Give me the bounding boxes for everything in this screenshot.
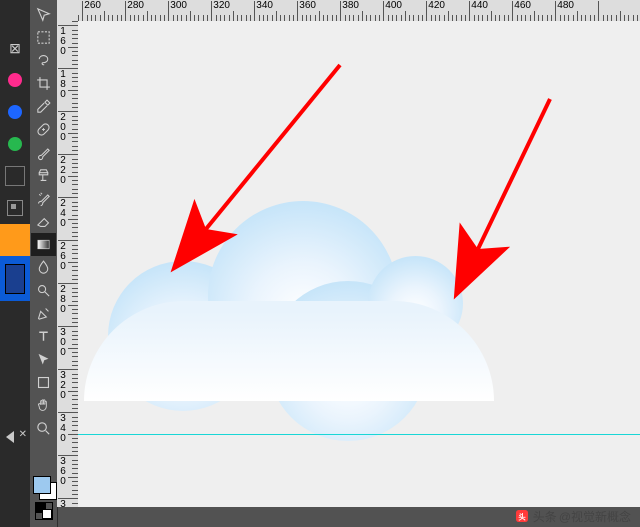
os-item-ctx-app[interactable] <box>0 192 30 224</box>
ruler-v-label: 300 <box>58 328 68 358</box>
crop-tool-icon[interactable] <box>31 72 56 95</box>
brush-tool-icon[interactable] <box>31 141 56 164</box>
article-watermark: 头 头条 @视觉新概念 <box>514 507 631 525</box>
os-item-box-app[interactable] <box>0 160 30 192</box>
ruler-v-label: 380 <box>58 500 68 507</box>
foreground-swatch[interactable] <box>33 476 51 494</box>
svg-text:头: 头 <box>518 512 526 521</box>
annotation-arrow <box>206 65 340 229</box>
ruler-h-label: 260 <box>84 0 101 11</box>
ruler-v-label: 200 <box>58 113 68 143</box>
gradient-tool-icon[interactable] <box>31 233 56 256</box>
os-item-editor-active[interactable] <box>0 256 30 301</box>
ruler-v-label: 360 <box>58 457 68 487</box>
eraser-tool-icon[interactable] <box>31 210 56 233</box>
os-launcher-strip: ⊠ <box>0 0 30 527</box>
os-item-pink-app[interactable] <box>0 64 30 96</box>
ruler-horizontal[interactable]: 260 280 300 320 340 360 380 400 420 440 460 480 <box>78 0 640 22</box>
canvas-viewport[interactable] <box>78 21 640 507</box>
watermark-brand: 头条 <box>533 508 557 525</box>
lasso-tool-icon[interactable] <box>31 49 56 72</box>
os-item-folder-orange[interactable] <box>0 224 30 256</box>
ruler-h-label: 380 <box>342 0 359 11</box>
ruler-h-label: 460 <box>514 0 531 11</box>
ruler-v-label: 180 <box>58 70 68 100</box>
path-selection-tool-icon[interactable] <box>31 348 56 371</box>
move-tool-icon[interactable] <box>31 3 56 26</box>
annotation-arrow <box>478 99 550 249</box>
os-item-blue-app[interactable] <box>0 96 30 128</box>
annotation-arrows <box>78 21 640 507</box>
ruler-h-label: 420 <box>428 0 445 11</box>
ruler-h-label: 440 <box>471 0 488 11</box>
ruler-origin-corner[interactable] <box>57 0 79 22</box>
watermark-logo-icon: 头 <box>514 508 530 524</box>
healing-brush-tool-icon[interactable] <box>31 118 56 141</box>
ruler-v-label: 280 <box>58 285 68 315</box>
document-canvas[interactable] <box>78 21 640 507</box>
zoom-tool-icon[interactable] <box>31 417 56 440</box>
ruler-h-label: 300 <box>170 0 187 11</box>
toolbox <box>30 0 58 527</box>
ruler-h-label: 320 <box>213 0 230 11</box>
ruler-h-label: 360 <box>299 0 316 11</box>
dodge-tool-icon[interactable] <box>31 279 56 302</box>
eyedropper-tool-icon[interactable] <box>31 95 56 118</box>
type-tool-icon[interactable] <box>31 325 56 348</box>
ruler-vertical[interactable]: 160 180 200 220 240 260 280 300 320 340 360 380 <box>57 21 79 507</box>
hand-tool-icon[interactable] <box>31 394 56 417</box>
color-swatches[interactable] <box>31 476 56 524</box>
watermark-author: @视觉新概念 <box>559 508 631 525</box>
ruler-v-label: 320 <box>58 371 68 401</box>
blur-tool-icon[interactable] <box>31 256 56 279</box>
ruler-h-label: 340 <box>256 0 273 11</box>
os-item-blank <box>0 0 30 32</box>
ruler-v-label: 240 <box>58 199 68 229</box>
default-swatches-icon[interactable] <box>35 502 53 520</box>
pen-tool-icon[interactable] <box>31 302 56 325</box>
ruler-h-label: 480 <box>557 0 574 11</box>
history-brush-tool-icon[interactable] <box>31 187 56 210</box>
os-item-green-app[interactable] <box>0 128 30 160</box>
ruler-v-label: 160 <box>58 27 68 57</box>
shape-tool-icon[interactable] <box>31 371 56 394</box>
ruler-v-label: 220 <box>58 156 68 186</box>
clone-stamp-tool-icon[interactable] <box>31 164 56 187</box>
ruler-h-label: 280 <box>127 0 144 11</box>
os-item-close[interactable]: ⊠ <box>0 32 30 64</box>
marquee-tool-icon[interactable] <box>31 26 56 49</box>
ruler-h-label: 400 <box>385 0 402 11</box>
audio-muted-icon[interactable] <box>0 421 30 453</box>
ruler-v-label: 260 <box>58 242 68 272</box>
ruler-v-label: 340 <box>58 414 68 444</box>
